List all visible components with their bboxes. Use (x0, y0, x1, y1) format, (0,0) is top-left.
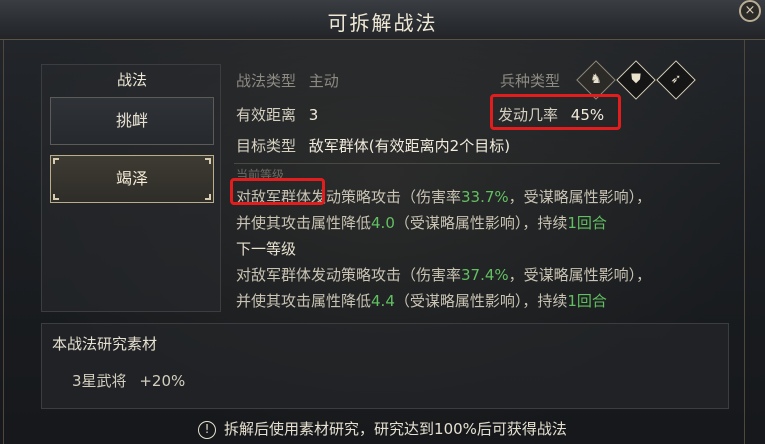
skill-list-panel: 战法 挑衅 竭泽 (41, 64, 221, 312)
material-item-bonus: +20% (139, 372, 186, 390)
material-item-label: 3星武将 (72, 372, 127, 390)
effect-text: （受谋略属性影响），持续 (394, 214, 568, 232)
skill-detail-panel: 战法类型 主动 兵种类型 ♞ ⛊ ➶ 有效距离 3 发动几率 45% 目标类型 … (226, 60, 728, 312)
effect-text: 对敌军群体发动策略攻击（伤害率 (236, 266, 462, 284)
window-title: 可拆解战法 (327, 11, 438, 35)
effect-line-2: 并使其攻击属性降低4.0（受谋略属性影响），持续1回合 (236, 212, 607, 233)
bow-icon: ➶ (656, 60, 696, 100)
attack-reduction-value: 4.0 (371, 214, 395, 232)
target-label: 目标类型 (236, 137, 297, 155)
next-level-label: 下一等级 (236, 240, 297, 258)
next-attack-reduction-value: 4.4 (371, 292, 395, 310)
selection-corner (53, 194, 59, 200)
effect-text: ，受谋略属性影响）， (508, 188, 652, 206)
skill-item-taunt[interactable]: 挑衅 (50, 97, 214, 145)
divider (234, 163, 720, 164)
skill-type-label: 战法类型 (236, 72, 297, 90)
selection-corner (53, 158, 59, 164)
skill-list-header: 战法 (116, 71, 147, 89)
title-bar: 可拆解战法 (0, 0, 765, 40)
effect-text: 并使其攻击属性降低 (236, 214, 372, 232)
range-row: 有效距离 3 (236, 104, 318, 125)
footer-hint-text: 拆解后使用素材研究，研究达到100%后可获得战法 (224, 420, 567, 438)
skill-type-row: 战法类型 主动 (236, 70, 339, 91)
next-effect-line-1: 对敌军群体发动策略攻击（伤害率37.4%，受谋略属性影响）， (236, 264, 651, 285)
close-icon[interactable]: × (739, 0, 761, 22)
target-highlight (230, 178, 325, 205)
next-damage-rate-value: 37.4% (461, 266, 509, 284)
next-effect-line-2: 并使其攻击属性降低4.4（受谋略属性影响），持续1回合 (236, 290, 607, 311)
duration-value: 1回合 (567, 214, 607, 232)
skill-type-value: 主动 (308, 72, 339, 90)
skill-item-label: 竭泽 (115, 169, 148, 188)
effect-text: （受谋略属性影响），持续 (394, 292, 568, 310)
troop-type-label: 兵种类型 (500, 72, 561, 90)
selection-corner (205, 158, 211, 164)
damage-rate-value: 33.7% (461, 188, 509, 206)
target-value: 敌军群体(有效距离内2个目标) (308, 137, 511, 155)
range-label: 有效距离 (236, 106, 297, 124)
skill-item-label: 挑衅 (115, 111, 148, 130)
material-item: 3星武将 +20% (72, 370, 185, 391)
materials-title: 本战法研究素材 (52, 335, 158, 353)
skill-item-jieze[interactable]: 竭泽 (50, 155, 214, 203)
warning-icon: ! (198, 421, 217, 439)
trigger-rate-highlight (490, 94, 621, 130)
footer-hint: ! 拆解后使用素材研究，研究达到100%后可获得战法 (0, 418, 765, 439)
shield-icon: ⛊ (616, 60, 656, 100)
range-value: 3 (308, 106, 319, 124)
effect-text: ，受谋略属性影响）， (508, 266, 652, 284)
target-row: 目标类型 敌军群体(有效距离内2个目标) (236, 135, 510, 156)
materials-panel: 本战法研究素材 3星武将 +20% (41, 323, 729, 409)
next-duration-value: 1回合 (567, 292, 607, 310)
selection-corner (205, 194, 211, 200)
effect-text: 并使其攻击属性降低 (236, 292, 372, 310)
